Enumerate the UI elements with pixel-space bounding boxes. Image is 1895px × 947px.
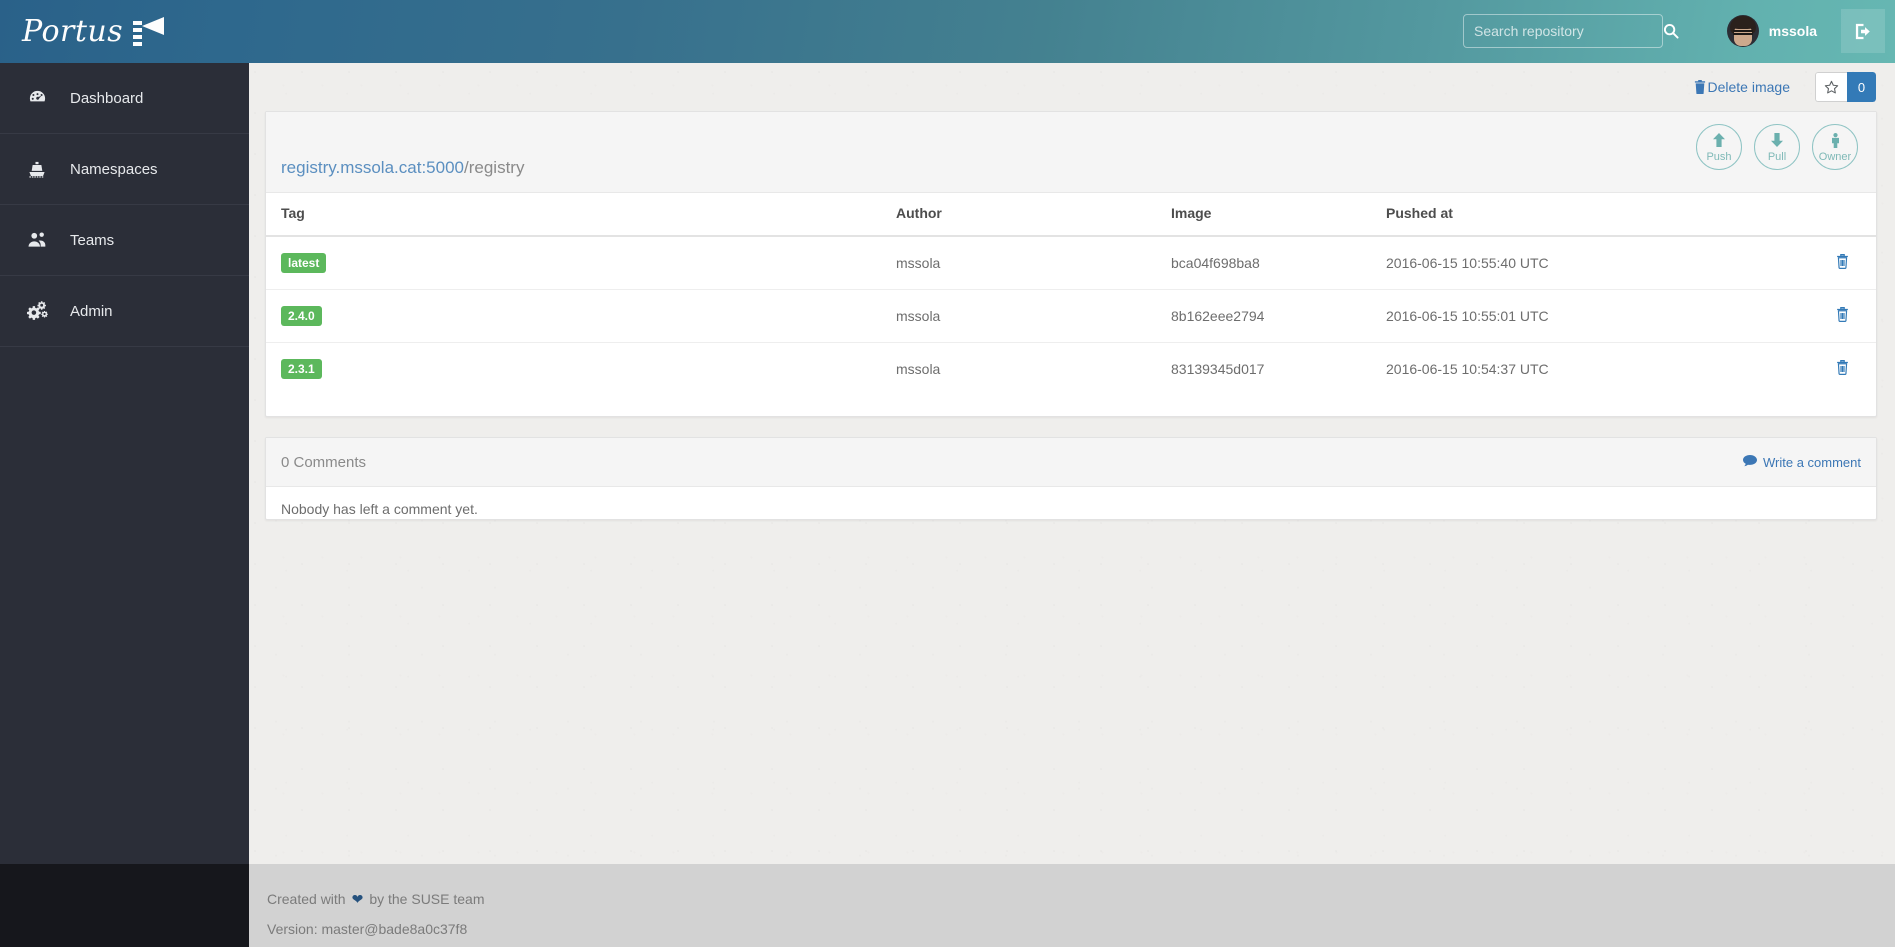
comments-panel: 0 Comments Write a comment Nobody has le…: [265, 437, 1877, 520]
delete-image-label: Delete image: [1707, 79, 1791, 95]
page-title: registry.mssola.cat:5000/registry: [281, 158, 524, 178]
cell-actions: [1746, 343, 1876, 396]
sidebar-item-namespaces[interactable]: Namespaces: [0, 134, 249, 205]
sidebar-label: Dashboard: [70, 89, 144, 107]
comments-count-label: 0 Comments: [281, 453, 367, 471]
repository-panel: registry.mssola.cat:5000/registry Push P…: [265, 111, 1877, 417]
namespace-link[interactable]: registry.mssola.cat:5000: [281, 158, 464, 177]
footer-version: Version: master@bade8a0c37f8: [267, 921, 468, 937]
pull-button[interactable]: Pull: [1754, 124, 1800, 170]
delete-image-button[interactable]: Delete image: [1694, 79, 1791, 95]
cell-tag: 2.4.0: [266, 289, 896, 343]
cogs-icon: [22, 301, 52, 321]
cell-pushed-at: 2016-06-15 10:55:01 UTC: [1386, 289, 1746, 343]
push-label: Push: [1706, 150, 1732, 163]
sidebar-item-dashboard[interactable]: Dashboard: [0, 63, 249, 134]
sidebar-footer-area: [0, 864, 249, 947]
main-content: Delete image 0 registry.mssola.cat:5000/…: [249, 63, 1895, 947]
ship-icon: [22, 160, 52, 179]
tag-badge[interactable]: latest: [281, 253, 327, 273]
column-header-author[interactable]: Author: [896, 193, 1171, 237]
delete-tag-button[interactable]: [1836, 360, 1849, 375]
cell-author: mssola: [896, 289, 1171, 343]
footer-credit-prefix: Created with: [267, 891, 346, 907]
table-header-row: Tag Author Image Pushed at: [266, 193, 1876, 237]
repository-name: registry: [468, 158, 525, 177]
cell-image: 8b162eee2794: [1171, 289, 1386, 343]
sidebar-item-teams[interactable]: Teams: [0, 205, 249, 276]
sign-out-icon[interactable]: [1841, 9, 1885, 53]
column-header-pushed-at[interactable]: Pushed at: [1386, 193, 1746, 237]
users-icon: [22, 231, 52, 249]
table-row[interactable]: 2.4.0 mssola 8b162eee2794 2016-06-15 10:…: [266, 289, 1876, 343]
pull-label: Pull: [1767, 150, 1787, 163]
tag-badge[interactable]: 2.4.0: [281, 306, 322, 326]
heart-icon: ❤: [351, 891, 364, 907]
brand-name: Portus: [22, 14, 124, 49]
sidebar: Dashboard Namespaces Teams Admin: [0, 63, 249, 947]
cell-actions: [1746, 289, 1876, 343]
column-header-actions: [1746, 193, 1876, 237]
repository-actions: Push Pull Owner: [1696, 124, 1858, 170]
cell-actions: [1746, 236, 1876, 290]
sidebar-label: Teams: [70, 231, 115, 249]
tags-table: Tag Author Image Pushed at latest mssola…: [266, 193, 1876, 395]
owner-button[interactable]: Owner: [1812, 124, 1858, 170]
star-outline-icon[interactable]: [1815, 72, 1847, 102]
dashboard-icon: [22, 89, 52, 108]
comment-icon: [1742, 454, 1757, 470]
lighthouse-icon: [133, 16, 167, 47]
cell-image: bca04f698ba8: [1171, 236, 1386, 290]
cell-tag: 2.3.1: [266, 343, 896, 396]
table-row[interactable]: latest mssola bca04f698ba8 2016-06-15 10…: [266, 236, 1876, 290]
cell-tag: latest: [266, 236, 896, 290]
brand-logo[interactable]: Portus: [22, 8, 167, 55]
cell-author: mssola: [896, 361, 941, 377]
tag-badge[interactable]: 2.3.1: [281, 359, 322, 379]
page-toolbar: Delete image 0: [1694, 72, 1876, 102]
comments-header: 0 Comments Write a comment: [266, 438, 1876, 487]
owner-label: Owner: [1818, 150, 1852, 163]
push-button[interactable]: Push: [1696, 124, 1742, 170]
footer-credit: Created with ❤ by the SUSE team: [267, 884, 1895, 914]
write-comment-label: Write a comment: [1762, 454, 1861, 470]
person-icon: [1830, 132, 1841, 149]
top-navbar: Portus mssola: [0, 0, 1895, 63]
cell-author: mssola: [896, 236, 1171, 290]
sidebar-label: Admin: [70, 302, 113, 320]
comments-empty-text: Nobody has left a comment yet.: [281, 501, 478, 517]
arrow-down-icon: [1770, 132, 1784, 149]
cell-pushed-at: 2016-06-15 10:55:40 UTC: [1386, 236, 1746, 290]
arrow-up-icon: [1712, 132, 1726, 149]
footer-credit-suffix: by the SUSE team: [369, 891, 485, 907]
write-comment-button[interactable]: Write a comment: [1742, 454, 1861, 470]
search-box[interactable]: [1463, 14, 1679, 48]
search-icon[interactable]: [1663, 15, 1679, 47]
delete-tag-button[interactable]: [1836, 307, 1849, 322]
user-menu[interactable]: mssola: [1726, 10, 1817, 52]
table-row[interactable]: 2.3.1 mssola 83139345d017 2016-06-15 10:…: [266, 343, 1876, 396]
repository-panel-header: registry.mssola.cat:5000/registry Push P…: [266, 112, 1876, 193]
sidebar-item-admin[interactable]: Admin: [0, 276, 249, 347]
username-label: mssola: [1768, 23, 1817, 39]
star-count: 0: [1847, 72, 1876, 102]
cell-image: 83139345d017: [1171, 361, 1265, 377]
column-header-tag[interactable]: Tag: [266, 193, 896, 237]
star-group: 0: [1815, 72, 1876, 102]
sidebar-label: Namespaces: [70, 160, 158, 178]
avatar: [1726, 15, 1759, 47]
search-input[interactable]: [1464, 15, 1663, 47]
trash-icon: [1694, 80, 1705, 94]
delete-tag-button[interactable]: [1836, 254, 1849, 269]
cell-pushed-at: 2016-06-15 10:54:37 UTC: [1386, 361, 1549, 377]
page-footer: Created with ❤ by the SUSE team Version:…: [249, 864, 1895, 947]
column-header-image[interactable]: Image: [1171, 193, 1386, 237]
